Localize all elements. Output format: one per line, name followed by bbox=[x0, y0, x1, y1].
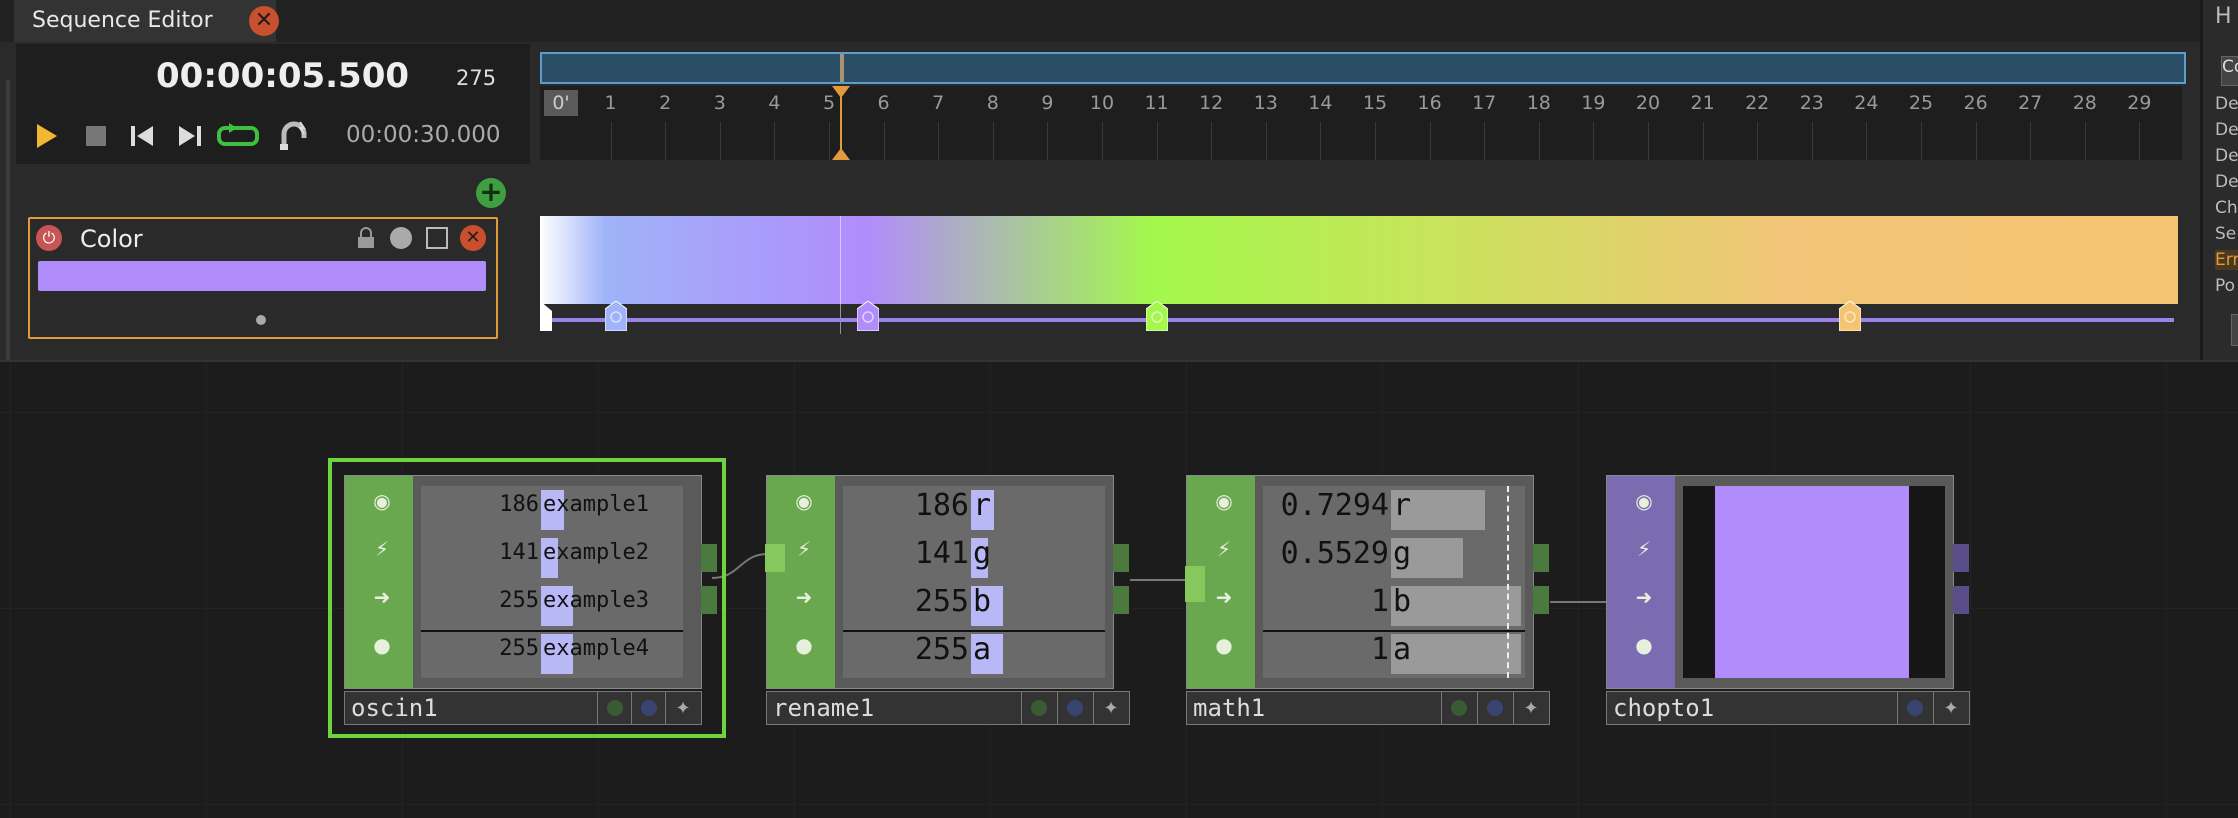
cook-icon[interactable]: ⚡ bbox=[367, 534, 397, 564]
channel-row: 141 example2 bbox=[421, 534, 683, 582]
channel-value: 141 bbox=[914, 536, 969, 571]
display-flag-icon[interactable] bbox=[1057, 692, 1092, 724]
output-connector[interactable] bbox=[1953, 544, 1969, 572]
cook-icon[interactable]: ⚡ bbox=[789, 534, 819, 564]
output-connector[interactable] bbox=[701, 544, 717, 572]
node-body[interactable]: ◉ ⚡ ➜ ● bbox=[1606, 475, 1969, 689]
cook-icon[interactable]: ⚡ bbox=[1209, 534, 1239, 564]
node-body[interactable]: ◉ ⚡ ➜ ● 186 example1 141 example2 255 ex… bbox=[344, 475, 717, 689]
node-footer: oscin1 ✦ bbox=[344, 691, 702, 725]
cook-icon[interactable]: ⚡ bbox=[1629, 534, 1659, 564]
channel-value: 255 bbox=[914, 632, 969, 667]
input-connector[interactable] bbox=[765, 544, 785, 572]
channel-row: 255 b bbox=[843, 582, 1105, 632]
render-flag-icon[interactable] bbox=[597, 692, 632, 724]
bypass-flag-icon[interactable]: ✦ bbox=[1093, 692, 1128, 724]
output-connector[interactable] bbox=[1113, 586, 1129, 614]
node-footer: rename1 ✦ bbox=[766, 691, 1130, 725]
node-name[interactable]: chopto1 bbox=[1613, 694, 1714, 722]
viewer-icon[interactable]: ◉ bbox=[1209, 486, 1239, 516]
channel-value: 1 bbox=[1370, 584, 1389, 619]
node-oscin1[interactable]: ◉ ⚡ ➜ ● 186 example1 141 example2 255 ex… bbox=[328, 458, 728, 738]
node-rename1[interactable]: ◉ ⚡ ➜ ● 186 r 141 g 255 b 255 a rename1 … bbox=[765, 475, 1130, 725]
node-name[interactable]: oscin1 bbox=[351, 694, 438, 722]
export-icon[interactable]: ➜ bbox=[1209, 582, 1239, 612]
channel-row: 0.7294 r bbox=[1263, 486, 1525, 534]
channel-name: example2 bbox=[543, 540, 649, 565]
node-name[interactable]: rename1 bbox=[773, 694, 874, 722]
channel-view: 0.7294 r 0.5529 g 1 b 1 a bbox=[1263, 486, 1525, 678]
channel-name: example1 bbox=[543, 492, 649, 517]
lock-icon[interactable]: ● bbox=[789, 630, 819, 660]
range-marker-line bbox=[1507, 486, 1509, 678]
channel-value: 255 bbox=[499, 588, 539, 613]
channel-value: 186 bbox=[914, 488, 969, 523]
node-chopto1[interactable]: ◉ ⚡ ➜ ● chopto1 ✦ bbox=[1606, 475, 1970, 725]
render-flag-icon[interactable] bbox=[1021, 692, 1056, 724]
channel-value: 0.5529 bbox=[1280, 536, 1389, 571]
channel-value: 186 bbox=[499, 492, 539, 517]
channel-row: 255 example4 bbox=[421, 630, 683, 678]
lock-icon[interactable]: ● bbox=[1209, 630, 1239, 660]
output-connector[interactable] bbox=[1533, 586, 1549, 614]
channel-name: r bbox=[1393, 488, 1412, 523]
channel-name: example3 bbox=[543, 588, 649, 613]
node-body[interactable]: ◉ ⚡ ➜ ● 186 r 141 g 255 b 255 a bbox=[765, 475, 1129, 689]
node-math1[interactable]: ◉ ⚡ ➜ ● 0.7294 r 0.5529 g 1 b 1 a math1 … bbox=[1185, 475, 1550, 725]
bypass-flag-icon[interactable]: ✦ bbox=[1933, 692, 1968, 724]
channel-name: r bbox=[973, 488, 992, 523]
node-flags: ◉ ⚡ ➜ ● bbox=[767, 476, 835, 688]
bypass-flag-icon[interactable]: ✦ bbox=[665, 692, 700, 724]
channel-value: 1 bbox=[1370, 632, 1389, 667]
node-body[interactable]: ◉ ⚡ ➜ ● 0.7294 r 0.5529 g 1 b 1 a bbox=[1185, 475, 1549, 689]
channel-row: 255 example3 bbox=[421, 582, 683, 632]
channel-name: a bbox=[973, 632, 992, 667]
preview-color-fill bbox=[1715, 486, 1909, 678]
node-footer: chopto1 ✦ bbox=[1606, 691, 1970, 725]
node-footer: math1 ✦ bbox=[1186, 691, 1550, 725]
channel-row: 1 a bbox=[1263, 630, 1525, 678]
render-flag-icon[interactable] bbox=[1441, 692, 1476, 724]
channel-row: 186 example1 bbox=[421, 486, 683, 534]
export-icon[interactable]: ➜ bbox=[789, 582, 819, 612]
node-name[interactable]: math1 bbox=[1193, 694, 1265, 722]
channel-name: b bbox=[973, 584, 992, 619]
lock-icon[interactable]: ● bbox=[367, 630, 397, 660]
viewer-icon[interactable]: ◉ bbox=[367, 486, 397, 516]
channel-value: 141 bbox=[499, 540, 539, 565]
channel-value: 0.7294 bbox=[1280, 488, 1389, 523]
node-flags: ◉ ⚡ ➜ ● bbox=[1607, 476, 1675, 688]
channel-view: 186 example1 141 example2 255 example3 2… bbox=[421, 486, 683, 678]
texture-preview bbox=[1683, 486, 1945, 678]
bypass-flag-icon[interactable]: ✦ bbox=[1513, 692, 1548, 724]
channel-row: 1 b bbox=[1263, 582, 1525, 632]
channel-view: 186 r 141 g 255 b 255 a bbox=[843, 486, 1105, 678]
channel-row: 141 g bbox=[843, 534, 1105, 582]
viewer-icon[interactable]: ◉ bbox=[789, 486, 819, 516]
output-connector[interactable] bbox=[1113, 544, 1129, 572]
export-icon[interactable]: ➜ bbox=[367, 582, 397, 612]
display-flag-icon[interactable] bbox=[1897, 692, 1932, 724]
output-connector[interactable] bbox=[1953, 586, 1969, 614]
channel-name: example4 bbox=[543, 636, 649, 661]
node-flags: ◉ ⚡ ➜ ● bbox=[345, 476, 413, 688]
display-flag-icon[interactable] bbox=[1477, 692, 1512, 724]
output-connector[interactable] bbox=[701, 586, 717, 614]
channel-row: 186 r bbox=[843, 486, 1105, 534]
channel-value: 255 bbox=[499, 636, 539, 661]
channel-name: g bbox=[973, 536, 992, 571]
input-connector[interactable] bbox=[1185, 566, 1205, 602]
channel-name: g bbox=[1393, 536, 1412, 571]
viewer-icon[interactable]: ◉ bbox=[1629, 486, 1659, 516]
channel-name: b bbox=[1393, 584, 1412, 619]
lock-icon[interactable]: ● bbox=[1629, 630, 1659, 660]
display-flag-icon[interactable] bbox=[631, 692, 666, 724]
channel-name: a bbox=[1393, 632, 1412, 667]
channel-row: 255 a bbox=[843, 630, 1105, 678]
channel-value: 255 bbox=[914, 584, 969, 619]
export-icon[interactable]: ➜ bbox=[1629, 582, 1659, 612]
output-connector[interactable] bbox=[1533, 544, 1549, 572]
channel-row: 0.5529 g bbox=[1263, 534, 1525, 582]
